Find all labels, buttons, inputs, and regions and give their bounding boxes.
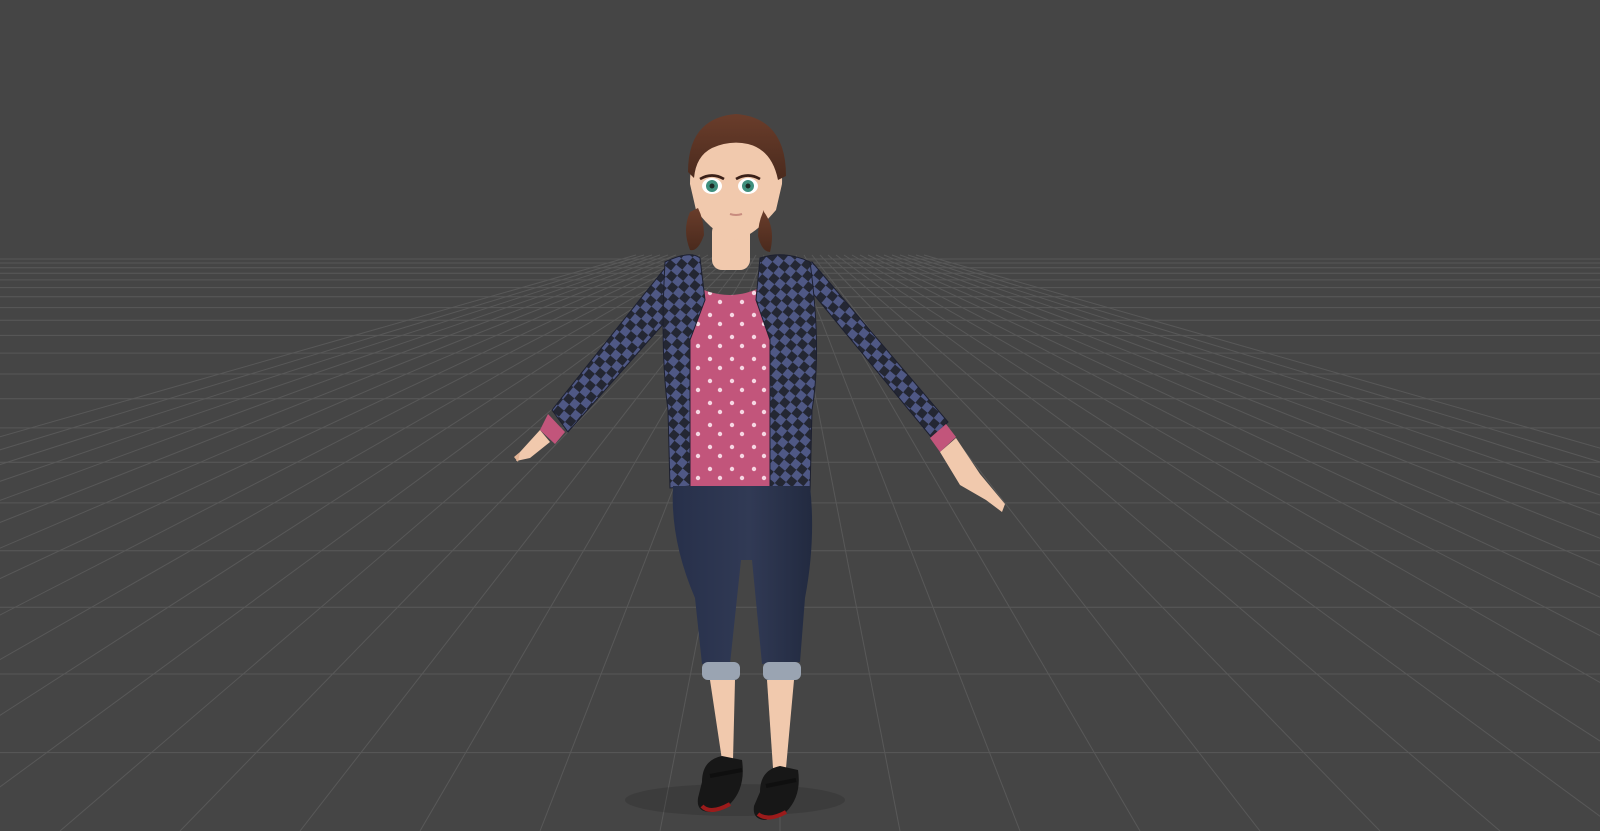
right-arm [791,261,1005,512]
grid-depth-line [0,254,709,661]
3d-viewport[interactable] [0,0,1600,831]
mouth [729,213,743,216]
pants [672,486,813,680]
grid-depth-line [179,254,741,831]
character-model[interactable] [514,114,1005,820]
grid-depth-line [875,254,1600,566]
grid-depth-line [819,254,1381,831]
grid-depth-line [923,254,1600,449]
left-lower-leg [710,680,735,760]
head [686,114,786,252]
right-pant-cuff [763,662,801,680]
grid-depth-line [795,254,1021,831]
left-pant-cuff [702,662,740,680]
grid-depth-line [0,254,701,616]
grid-depth-line [0,254,661,482]
grid-depth-line [843,254,1600,742]
grid-depth-line [907,254,1600,478]
right-hand [940,438,1005,512]
grid-depth-line [0,254,677,523]
grid-depth-line [915,254,1600,463]
grid-depth-line [0,254,653,466]
grid-depth-line [859,254,1600,637]
grid-depth-line [0,254,637,438]
grid-depth-line [0,254,645,451]
grid-depth-line [835,254,1600,817]
right-lower-leg [767,680,794,768]
grid-depth-line [883,254,1600,539]
grid-depth-line [899,254,1600,496]
grid-depth-line [827,254,1501,831]
grid-depth-line [891,254,1600,516]
